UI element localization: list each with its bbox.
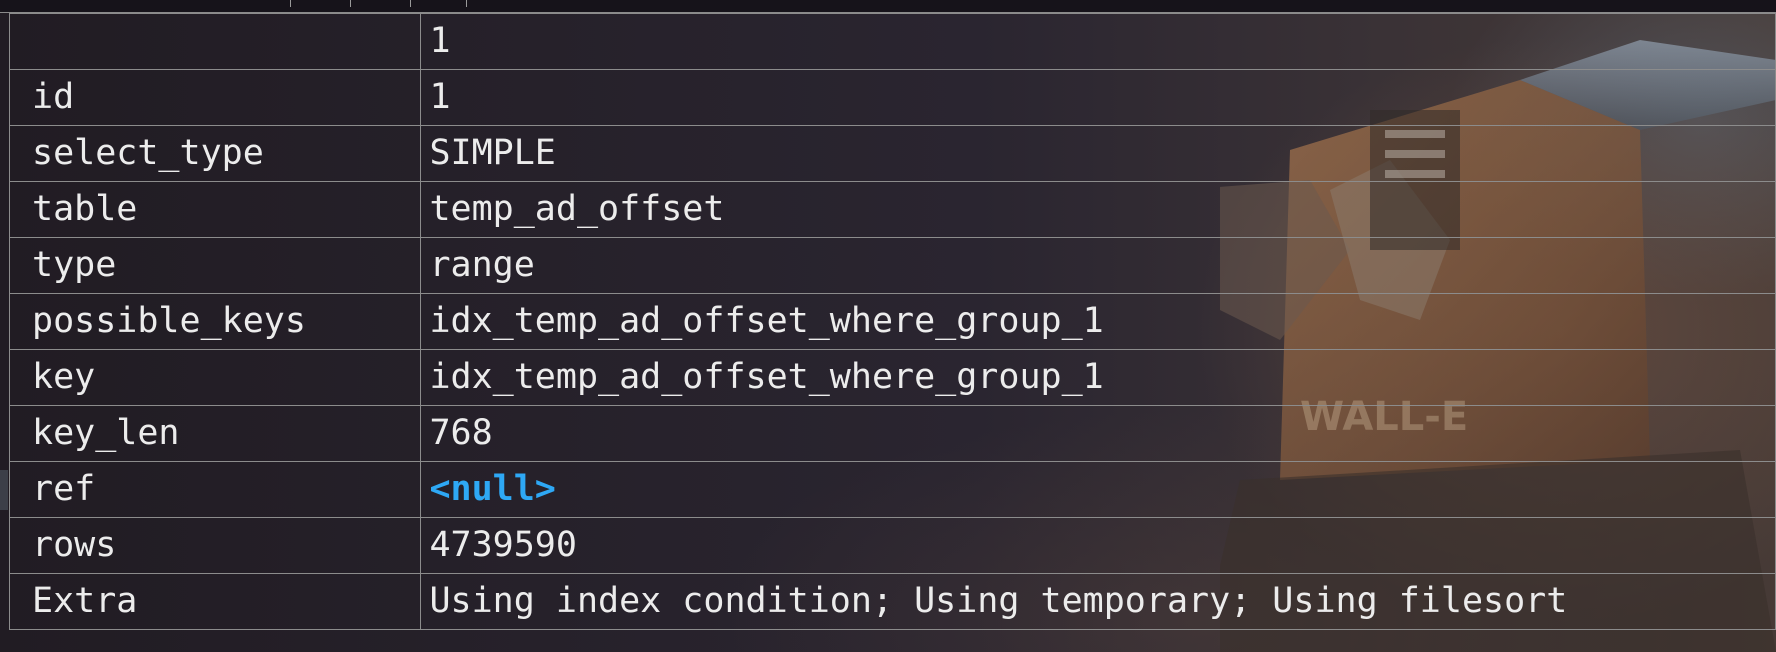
row-value-extra[interactable]: Using index condition; Using temporary; …	[420, 573, 1776, 630]
row-value-ref-null[interactable]: <null>	[420, 461, 1776, 518]
explain-result-table: 1 id 1 select_type SIMPLE table temp_ad_…	[8, 13, 1776, 630]
row-field-ref: ref	[8, 461, 422, 518]
table-row: Extra Using index condition; Using tempo…	[8, 573, 1776, 630]
toolbar-separator	[466, 0, 467, 7]
row-field-type: type	[8, 237, 422, 294]
row-field-key: key	[8, 349, 422, 406]
table-row: rows 4739590	[8, 517, 1776, 574]
table-row: id 1	[8, 69, 1776, 126]
toolbar-separator	[350, 0, 351, 7]
column-header-1[interactable]: 1	[420, 13, 1776, 70]
row-value-key[interactable]: idx_temp_ad_offset_where_group_1	[420, 349, 1776, 406]
query-result-viewer: WALL-E 1 id 1 select_type SIMPLE table t…	[0, 0, 1776, 652]
result-toolbar-edge	[0, 0, 1776, 13]
row-field-key-len: key_len	[8, 405, 422, 462]
scroll-gutter-marker	[0, 470, 8, 510]
header-corner-cell	[8, 13, 422, 70]
toolbar-separator	[290, 0, 291, 7]
row-field-table: table	[8, 181, 422, 238]
row-field-rows: rows	[8, 517, 422, 574]
row-value-select-type[interactable]: SIMPLE	[420, 125, 1776, 182]
row-field-select-type: select_type	[8, 125, 422, 182]
table-header-row: 1	[8, 13, 1776, 70]
table-row: select_type SIMPLE	[8, 125, 1776, 182]
row-value-possible-keys[interactable]: idx_temp_ad_offset_where_group_1	[420, 293, 1776, 350]
table-row: table temp_ad_offset	[8, 181, 1776, 238]
row-value-id[interactable]: 1	[420, 69, 1776, 126]
row-value-key-len[interactable]: 768	[420, 405, 1776, 462]
row-value-table[interactable]: temp_ad_offset	[420, 181, 1776, 238]
table-row: type range	[8, 237, 1776, 294]
toolbar-separator	[410, 0, 411, 7]
table-row: possible_keys idx_temp_ad_offset_where_g…	[8, 293, 1776, 350]
table-row: ref <null>	[8, 461, 1776, 518]
table-row: key idx_temp_ad_offset_where_group_1	[8, 349, 1776, 406]
row-field-id: id	[8, 69, 422, 126]
row-value-type[interactable]: range	[420, 237, 1776, 294]
row-field-extra: Extra	[8, 573, 422, 630]
row-value-rows[interactable]: 4739590	[420, 517, 1776, 574]
table-row: key_len 768	[8, 405, 1776, 462]
row-field-possible-keys: possible_keys	[8, 293, 422, 350]
